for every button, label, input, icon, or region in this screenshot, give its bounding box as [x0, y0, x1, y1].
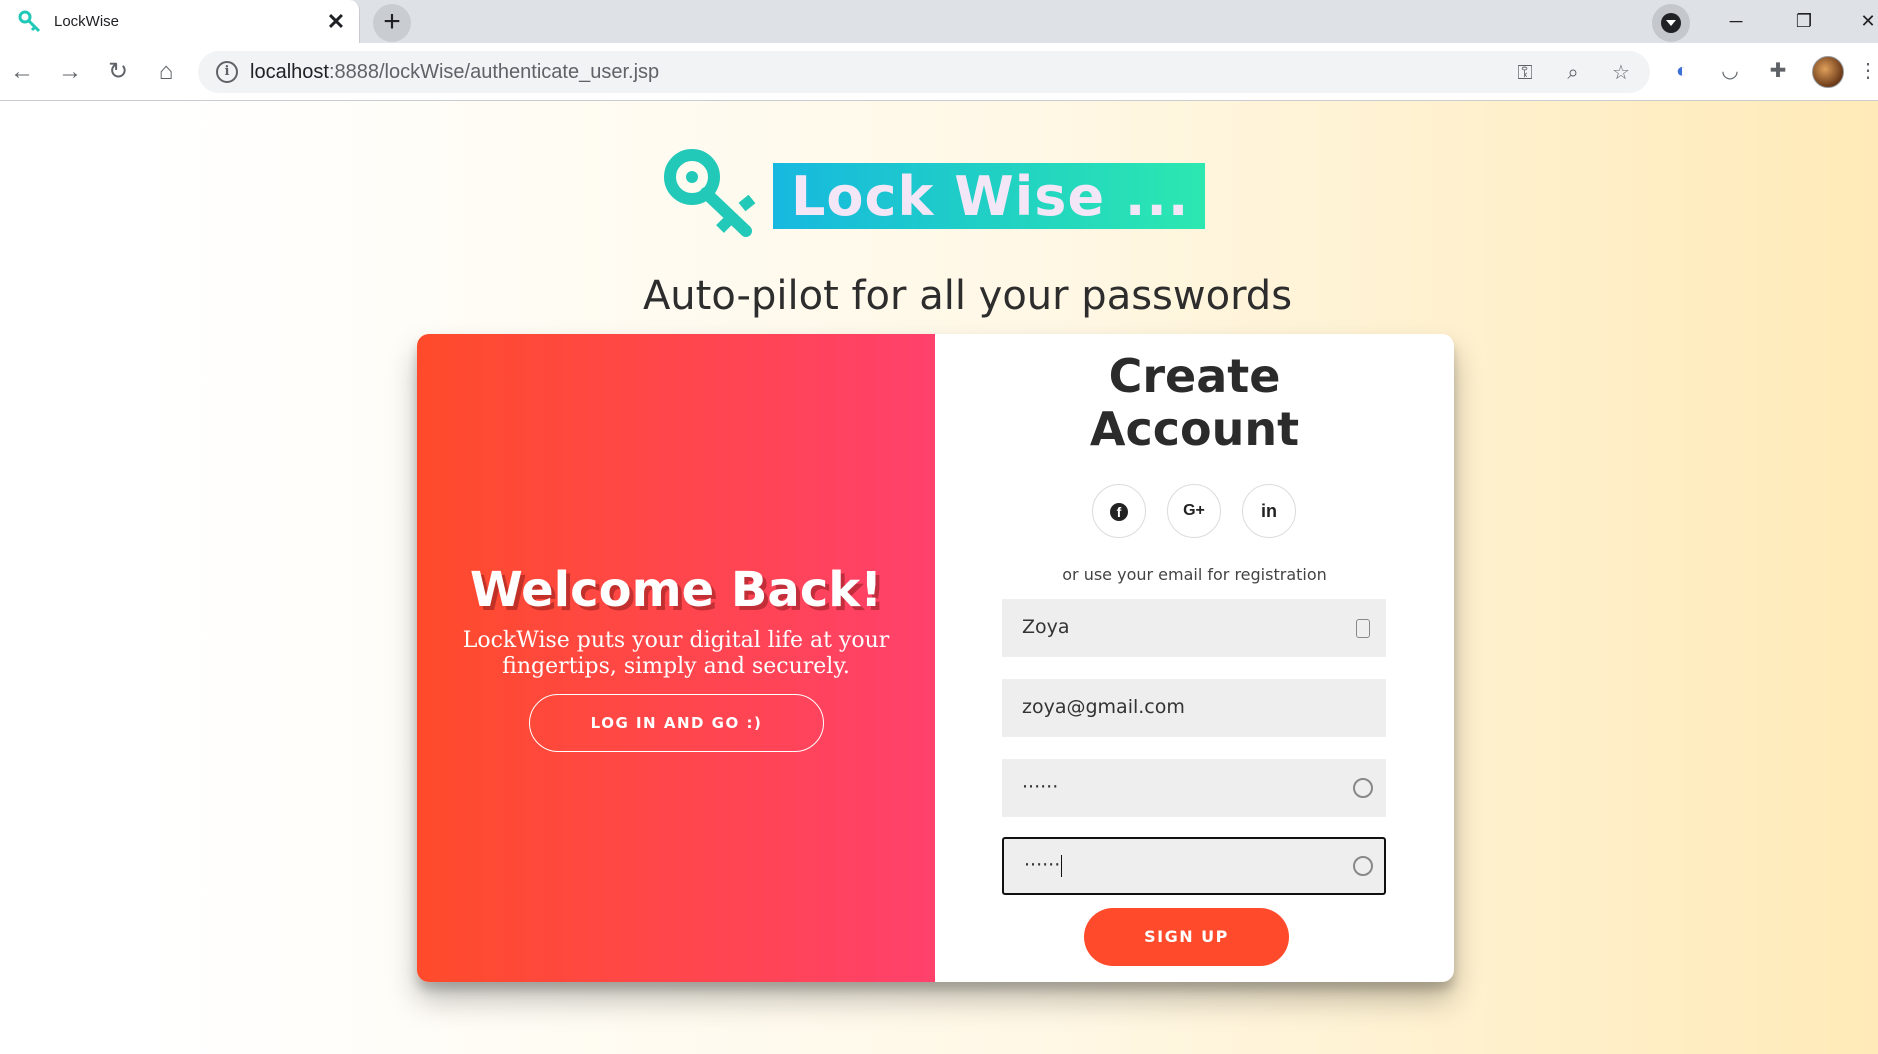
google-plus-icon: G+	[1183, 502, 1205, 519]
restore-icon[interactable]: ❐	[1784, 6, 1824, 36]
tab-search-icon[interactable]	[1652, 4, 1690, 42]
password-value: ······	[1022, 776, 1059, 798]
contact-card-icon[interactable]	[1356, 619, 1370, 638]
email-value: zoya@gmail.com	[1022, 696, 1185, 718]
pocket-icon[interactable]: ◡	[1714, 55, 1746, 87]
page-content: Lock Wise ... Auto-pilot for all your pa…	[0, 101, 1878, 1054]
password-manager-key-icon[interactable]	[1353, 778, 1373, 798]
zoom-icon[interactable]: ⌕	[1560, 60, 1586, 86]
browser-toolbar: ← → ↻ ⌂ i localhost:8888/lockWise/authen…	[0, 43, 1878, 101]
minimize-icon[interactable]: ─	[1716, 6, 1756, 36]
reload-icon[interactable]: ↻	[100, 54, 136, 90]
name-field[interactable]: Zoya	[1002, 599, 1386, 657]
home-icon[interactable]: ⌂	[148, 54, 184, 90]
confirm-password-value: ······	[1024, 854, 1063, 877]
profile-avatar[interactable]	[1812, 56, 1844, 88]
tab-title: LockWise	[54, 13, 120, 30]
google-plus-button[interactable]: G+	[1167, 484, 1221, 538]
close-tab-icon[interactable]: ✕	[322, 8, 350, 36]
window-close-icon[interactable]: ✕	[1848, 6, 1878, 36]
tab-strip: LockWise ✕ + ─ ❐ ✕	[0, 0, 1878, 44]
password-key-icon[interactable]: ⚿	[1512, 60, 1538, 86]
password-field[interactable]: ······	[1002, 759, 1386, 817]
welcome-text: LockWise puts your digital life at your …	[462, 628, 890, 679]
menu-icon[interactable]: ⋮	[1858, 55, 1878, 87]
browser-tab[interactable]: LockWise ✕	[0, 0, 360, 44]
text-caret	[1061, 854, 1063, 877]
email-field[interactable]: zoya@gmail.com	[1002, 679, 1386, 737]
name-value: Zoya	[1022, 616, 1070, 638]
new-tab-button[interactable]: +	[373, 4, 411, 42]
brand-banner: Lock Wise ...	[773, 163, 1205, 229]
key-logo-icon	[664, 149, 756, 237]
tagline: Auto-pilot for all your passwords	[642, 273, 1293, 319]
key-favicon-icon	[18, 10, 41, 33]
bookmark-star-icon[interactable]: ☆	[1608, 60, 1634, 86]
extension-blue-icon[interactable]: ◐	[1666, 55, 1698, 87]
facebook-icon: f	[1110, 503, 1128, 522]
address-bar[interactable]: i localhost:8888/lockWise/authenticate_u…	[198, 51, 1650, 93]
extensions-puzzle-icon[interactable]: ✚	[1762, 55, 1794, 87]
welcome-heading: Welcome Back!	[469, 562, 883, 618]
facebook-button[interactable]: f	[1092, 484, 1146, 538]
welcome-panel: Welcome Back! LockWise puts your digital…	[417, 334, 935, 982]
url-text[interactable]: localhost:8888/lockWise/authenticate_use…	[250, 61, 659, 84]
sign-up-button[interactable]: SIGN UP	[1084, 908, 1289, 966]
registration-hint: or use your email for registration	[1062, 565, 1327, 584]
forward-icon[interactable]: →	[52, 54, 88, 90]
login-button[interactable]: LOG IN AND GO :)	[529, 694, 824, 752]
form-title: Create Account	[1089, 349, 1300, 456]
brand-title: Lock Wise ...	[791, 165, 1190, 228]
linkedin-button[interactable]: in	[1242, 484, 1296, 538]
signup-form: Create Account f G+ in or use your email…	[935, 334, 1454, 982]
password-manager-key-icon[interactable]	[1353, 856, 1373, 876]
confirm-password-field[interactable]: ······	[1002, 837, 1386, 895]
linkedin-icon: in	[1261, 501, 1277, 521]
info-icon[interactable]: i	[216, 61, 238, 83]
back-icon[interactable]: ←	[4, 54, 40, 90]
auth-card: Welcome Back! LockWise puts your digital…	[417, 334, 1454, 982]
